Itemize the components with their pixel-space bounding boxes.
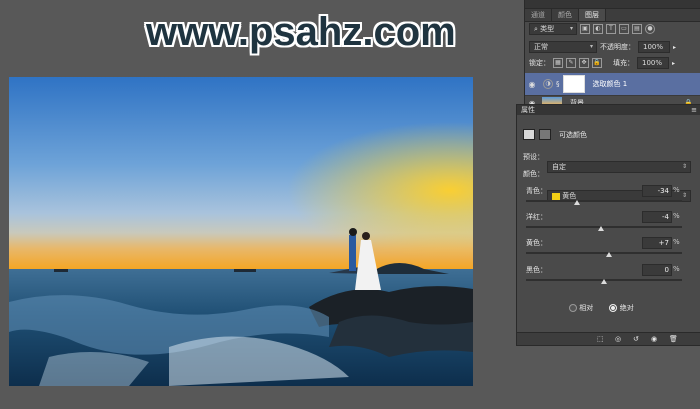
radio-absolute[interactable] <box>609 304 618 312</box>
adjustment-filter-icon[interactable]: ◐ <box>593 24 603 34</box>
radio-relative[interactable] <box>569 304 577 312</box>
yellow-swatch <box>552 192 560 200</box>
shape-filter-icon[interactable]: ▭ <box>619 24 629 34</box>
smart-object-filter-icon[interactable]: ▤ <box>632 24 642 34</box>
chevron-updown-icon: ⇕ <box>681 192 687 199</box>
visibility-icon[interactable]: ◉ <box>651 335 657 343</box>
preset-dropdown[interactable]: 自定 ⇕ <box>547 161 691 173</box>
panel-collapse-strip[interactable] <box>525 0 700 9</box>
trash-icon[interactable]: 🗑 <box>669 335 678 343</box>
blend-mode-dropdown[interactable]: 正常 ▾ <box>529 41 597 53</box>
lock-transparency-icon[interactable]: ▦ <box>553 58 563 68</box>
layer-mask-thumbnail[interactable] <box>562 75 585 93</box>
clip-to-layer-icon[interactable]: ⬚ <box>597 335 604 343</box>
reset-icon[interactable]: ↺ <box>633 335 639 343</box>
eye-icon[interactable]: ◉ <box>525 80 539 89</box>
chevron-down-icon: ▾ <box>589 43 593 50</box>
opacity-label: 不透明度： <box>600 43 635 51</box>
slider-knob[interactable] <box>597 226 604 231</box>
fill-label: 填充： <box>613 59 634 67</box>
layers-tabbar: 通道 颜色 图层 <box>525 9 700 22</box>
slider-label: 黑色： <box>526 266 547 274</box>
filter-toggle-icon[interactable]: ● <box>645 24 655 34</box>
opacity-value: 100% <box>643 43 664 51</box>
fill-value: 100% <box>642 59 663 67</box>
slider-unit: % <box>673 186 680 194</box>
slider-label: 青色： <box>526 187 547 195</box>
tab-channels[interactable]: 通道 <box>525 9 552 21</box>
slider-knob[interactable] <box>606 252 613 257</box>
slider-track[interactable] <box>526 200 682 202</box>
chevron-down-icon: ▾ <box>569 25 573 32</box>
opacity-field[interactable]: 100% <box>638 41 670 53</box>
slider-unit: % <box>673 238 680 246</box>
layer-filter-row: ⌕ 类型 ▾ ▣ ◐ T ▭ ▤ ● <box>529 23 697 35</box>
pixel-filter-icon[interactable]: ▣ <box>580 24 590 34</box>
method-radio-group: 相对 绝对 <box>569 303 634 313</box>
filter-kind-value: 类型 <box>540 25 555 33</box>
properties-title-text: 属性 <box>521 106 535 114</box>
slider-value-field[interactable]: 0 <box>642 264 672 276</box>
fill-field[interactable]: 100% <box>637 57 669 69</box>
slider-track[interactable] <box>526 252 682 254</box>
slider-value-field[interactable]: -34 <box>642 185 672 197</box>
type-filter-icon[interactable]: T <box>606 24 616 34</box>
slider-value-field[interactable]: +7 <box>642 237 672 249</box>
adjustment-header: 可选颜色 <box>523 129 587 140</box>
mask-icon[interactable] <box>539 129 551 140</box>
properties-panel: 属性 ≡ 可选颜色 预设： 自定 ⇕ 颜色： 黄色 ⇕ 青色： -34% 洋红： -4… <box>516 104 700 346</box>
search-icon: ⌕ <box>534 25 538 33</box>
lock-pixels-icon[interactable]: ✎ <box>566 58 576 68</box>
photo-image <box>9 77 473 386</box>
slider-label: 洋红： <box>526 213 547 221</box>
slider-value-field[interactable]: -4 <box>642 211 672 223</box>
blend-mode-value: 正常 <box>534 43 548 51</box>
lock-position-icon[interactable]: ✥ <box>579 58 589 68</box>
layer-name: 选取颜色 1 <box>592 80 628 88</box>
lock-row: 锁定： ▦ ✎ ✥ 🔒 填充： 100% ▸ <box>529 57 697 69</box>
chevron-right-icon[interactable]: ▸ <box>672 60 675 67</box>
radio-absolute-label: 绝对 <box>619 304 634 312</box>
slider-unit: % <box>673 212 680 220</box>
chevron-updown-icon: ⇕ <box>681 163 687 170</box>
adjustment-layer-icon: ◑ <box>543 79 553 89</box>
preset-label: 预设： <box>523 153 544 161</box>
slider-knob[interactable] <box>601 279 607 284</box>
canvas-photo[interactable] <box>9 77 473 386</box>
properties-title: 属性 ≡ <box>517 105 700 115</box>
layers-panel: 通道 颜色 图层 ⌕ 类型 ▾ ▣ ◐ T ▭ ▤ ● 正常 ▾ 不透明度： 1… <box>524 0 700 111</box>
tab-color[interactable]: 颜色 <box>552 9 579 21</box>
chevron-right-icon[interactable]: ▸ <box>673 44 676 51</box>
chain-link-icon[interactable]: § <box>556 80 560 88</box>
filter-kind-dropdown[interactable]: ⌕ 类型 ▾ <box>529 23 577 35</box>
lock-all-icon[interactable]: 🔒 <box>592 58 602 68</box>
radio-relative-label: 相对 <box>579 304 594 312</box>
slider-label: 黄色： <box>526 239 547 247</box>
slider-unit: % <box>673 265 680 273</box>
slider-track[interactable] <box>526 226 682 228</box>
adjustment-name: 可选颜色 <box>559 130 587 139</box>
watermark-text: www.psahz.com <box>146 10 456 54</box>
blend-row: 正常 ▾ 不透明度： 100% ▸ <box>529 41 697 53</box>
preset-value: 自定 <box>552 163 566 171</box>
lock-label: 锁定： <box>529 59 550 67</box>
panel-menu-icon[interactable]: ≡ <box>691 105 697 115</box>
properties-bottom-bar: ⬚ ◎ ↺ ◉ 🗑 <box>517 332 700 345</box>
tab-layers[interactable]: 图层 <box>579 9 606 21</box>
view-previous-icon[interactable]: ◎ <box>615 335 621 343</box>
slider-knob[interactable] <box>574 200 581 205</box>
colors-label: 颜色： <box>523 170 544 178</box>
layer-row-selective-color[interactable]: ◉ ◑ § 选取颜色 1 <box>525 73 700 96</box>
selective-color-icon <box>523 129 535 140</box>
colors-value: 黄色 <box>562 192 577 200</box>
